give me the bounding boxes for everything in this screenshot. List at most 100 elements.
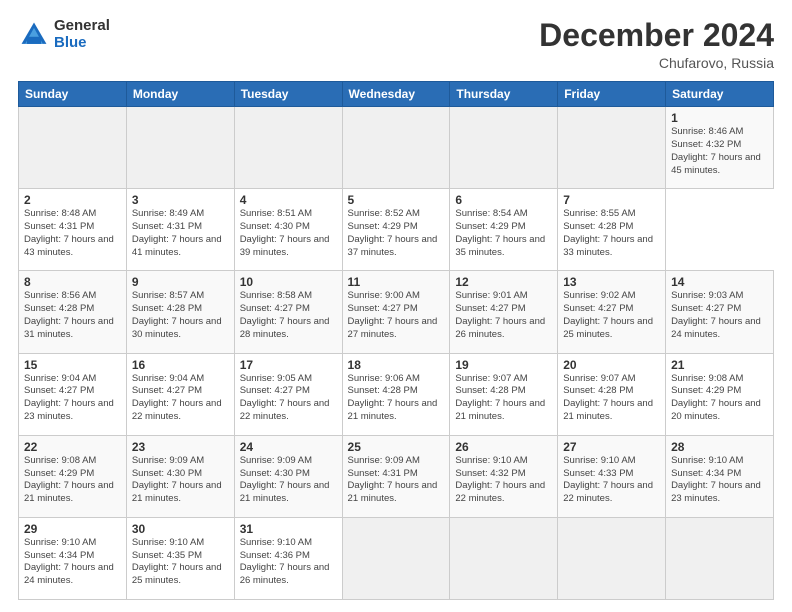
cell-day: 16 [132, 358, 229, 372]
cell-day: 3 [132, 193, 229, 207]
col-thursday: Thursday [450, 82, 558, 107]
calendar-cell: 6 Sunrise: 8:54 AMSunset: 4:29 PMDayligh… [450, 189, 558, 271]
cell-day: 23 [132, 440, 229, 454]
calendar-cell [342, 107, 450, 189]
calendar-cell [558, 107, 666, 189]
cell-info: Sunrise: 9:10 AMSunset: 4:36 PMDaylight:… [240, 537, 330, 586]
calendar-cell: 17 Sunrise: 9:05 AMSunset: 4:27 PMDaylig… [234, 353, 342, 435]
cell-day: 7 [563, 193, 660, 207]
col-tuesday: Tuesday [234, 82, 342, 107]
cell-info: Sunrise: 9:10 AMSunset: 4:35 PMDaylight:… [132, 537, 222, 586]
cell-info: Sunrise: 9:09 AMSunset: 4:30 PMDaylight:… [132, 455, 222, 504]
cell-day: 5 [348, 193, 445, 207]
cell-day: 19 [455, 358, 552, 372]
calendar-cell: 22 Sunrise: 9:08 AMSunset: 4:29 PMDaylig… [19, 435, 127, 517]
calendar-cell: 13 Sunrise: 9:02 AMSunset: 4:27 PMDaylig… [558, 271, 666, 353]
calendar-week-4: 15 Sunrise: 9:04 AMSunset: 4:27 PMDaylig… [19, 353, 774, 435]
calendar-cell: 27 Sunrise: 9:10 AMSunset: 4:33 PMDaylig… [558, 435, 666, 517]
cell-day: 11 [348, 275, 445, 289]
cell-day: 26 [455, 440, 552, 454]
col-friday: Friday [558, 82, 666, 107]
cell-info: Sunrise: 9:02 AMSunset: 4:27 PMDaylight:… [563, 290, 653, 339]
calendar-cell: 26 Sunrise: 9:10 AMSunset: 4:32 PMDaylig… [450, 435, 558, 517]
cell-day: 31 [240, 522, 337, 536]
col-wednesday: Wednesday [342, 82, 450, 107]
cell-info: Sunrise: 9:07 AMSunset: 4:28 PMDaylight:… [563, 373, 653, 422]
calendar-cell: 4 Sunrise: 8:51 AMSunset: 4:30 PMDayligh… [234, 189, 342, 271]
calendar-cell: 7 Sunrise: 8:55 AMSunset: 4:28 PMDayligh… [558, 189, 666, 271]
calendar-header: Sunday Monday Tuesday Wednesday Thursday… [19, 82, 774, 107]
calendar-cell: 16 Sunrise: 9:04 AMSunset: 4:27 PMDaylig… [126, 353, 234, 435]
cell-info: Sunrise: 8:46 AMSunset: 4:32 PMDaylight:… [671, 126, 761, 175]
title-month: December 2024 [539, 18, 774, 53]
logo-icon [18, 19, 50, 51]
cell-day: 30 [132, 522, 229, 536]
header-row: Sunday Monday Tuesday Wednesday Thursday… [19, 82, 774, 107]
cell-day: 24 [240, 440, 337, 454]
cell-info: Sunrise: 8:54 AMSunset: 4:29 PMDaylight:… [455, 208, 545, 257]
cell-day: 25 [348, 440, 445, 454]
calendar-cell: 30 Sunrise: 9:10 AMSunset: 4:35 PMDaylig… [126, 517, 234, 599]
cell-day: 13 [563, 275, 660, 289]
calendar-cell: 28 Sunrise: 9:10 AMSunset: 4:34 PMDaylig… [666, 435, 774, 517]
calendar-cell: 24 Sunrise: 9:09 AMSunset: 4:30 PMDaylig… [234, 435, 342, 517]
cell-info: Sunrise: 9:10 AMSunset: 4:34 PMDaylight:… [24, 537, 114, 586]
calendar-cell: 2 Sunrise: 8:48 AMSunset: 4:31 PMDayligh… [19, 189, 127, 271]
calendar-cell [19, 107, 127, 189]
cell-day: 10 [240, 275, 337, 289]
calendar-cell: 14 Sunrise: 9:03 AMSunset: 4:27 PMDaylig… [666, 271, 774, 353]
cell-day: 2 [24, 193, 121, 207]
calendar-cell: 21 Sunrise: 9:08 AMSunset: 4:29 PMDaylig… [666, 353, 774, 435]
cell-info: Sunrise: 8:55 AMSunset: 4:28 PMDaylight:… [563, 208, 653, 257]
calendar-cell: 10 Sunrise: 8:58 AMSunset: 4:27 PMDaylig… [234, 271, 342, 353]
title-location: Chufarovo, Russia [539, 55, 774, 71]
cell-day: 6 [455, 193, 552, 207]
calendar-cell: 3 Sunrise: 8:49 AMSunset: 4:31 PMDayligh… [126, 189, 234, 271]
calendar-cell [558, 517, 666, 599]
cell-day: 12 [455, 275, 552, 289]
calendar-cell: 5 Sunrise: 8:52 AMSunset: 4:29 PMDayligh… [342, 189, 450, 271]
calendar-cell: 12 Sunrise: 9:01 AMSunset: 4:27 PMDaylig… [450, 271, 558, 353]
cell-day: 14 [671, 275, 768, 289]
cell-info: Sunrise: 9:03 AMSunset: 4:27 PMDaylight:… [671, 290, 761, 339]
calendar-cell: 15 Sunrise: 9:04 AMSunset: 4:27 PMDaylig… [19, 353, 127, 435]
calendar-week-1: 1 Sunrise: 8:46 AMSunset: 4:32 PMDayligh… [19, 107, 774, 189]
cell-info: Sunrise: 9:10 AMSunset: 4:33 PMDaylight:… [563, 455, 653, 504]
cell-info: Sunrise: 9:05 AMSunset: 4:27 PMDaylight:… [240, 373, 330, 422]
calendar-table: Sunday Monday Tuesday Wednesday Thursday… [18, 81, 774, 600]
col-monday: Monday [126, 82, 234, 107]
cell-info: Sunrise: 9:10 AMSunset: 4:32 PMDaylight:… [455, 455, 545, 504]
cell-day: 18 [348, 358, 445, 372]
calendar-cell: 18 Sunrise: 9:06 AMSunset: 4:28 PMDaylig… [342, 353, 450, 435]
calendar-cell [234, 107, 342, 189]
cell-info: Sunrise: 8:51 AMSunset: 4:30 PMDaylight:… [240, 208, 330, 257]
title-block: December 2024 Chufarovo, Russia [539, 18, 774, 71]
cell-day: 28 [671, 440, 768, 454]
cell-info: Sunrise: 9:04 AMSunset: 4:27 PMDaylight:… [132, 373, 222, 422]
calendar-body: 1 Sunrise: 8:46 AMSunset: 4:32 PMDayligh… [19, 107, 774, 600]
cell-info: Sunrise: 9:07 AMSunset: 4:28 PMDaylight:… [455, 373, 545, 422]
calendar-cell: 8 Sunrise: 8:56 AMSunset: 4:28 PMDayligh… [19, 271, 127, 353]
cell-info: Sunrise: 9:00 AMSunset: 4:27 PMDaylight:… [348, 290, 438, 339]
calendar-week-3: 8 Sunrise: 8:56 AMSunset: 4:28 PMDayligh… [19, 271, 774, 353]
cell-day: 1 [671, 111, 768, 125]
cell-info: Sunrise: 9:09 AMSunset: 4:31 PMDaylight:… [348, 455, 438, 504]
logo-general: General [54, 18, 110, 35]
cell-info: Sunrise: 8:49 AMSunset: 4:31 PMDaylight:… [132, 208, 222, 257]
cell-day: 15 [24, 358, 121, 372]
cell-info: Sunrise: 8:48 AMSunset: 4:31 PMDaylight:… [24, 208, 114, 257]
calendar-cell: 20 Sunrise: 9:07 AMSunset: 4:28 PMDaylig… [558, 353, 666, 435]
cell-info: Sunrise: 9:10 AMSunset: 4:34 PMDaylight:… [671, 455, 761, 504]
cell-info: Sunrise: 8:57 AMSunset: 4:28 PMDaylight:… [132, 290, 222, 339]
cell-day: 21 [671, 358, 768, 372]
cell-day: 22 [24, 440, 121, 454]
cell-info: Sunrise: 9:06 AMSunset: 4:28 PMDaylight:… [348, 373, 438, 422]
calendar-cell [342, 517, 450, 599]
calendar-cell [666, 517, 774, 599]
cell-info: Sunrise: 8:56 AMSunset: 4:28 PMDaylight:… [24, 290, 114, 339]
cell-day: 17 [240, 358, 337, 372]
cell-info: Sunrise: 8:58 AMSunset: 4:27 PMDaylight:… [240, 290, 330, 339]
cell-info: Sunrise: 9:09 AMSunset: 4:30 PMDaylight:… [240, 455, 330, 504]
calendar-cell: 1 Sunrise: 8:46 AMSunset: 4:32 PMDayligh… [666, 107, 774, 189]
logo: General Blue [18, 18, 110, 51]
